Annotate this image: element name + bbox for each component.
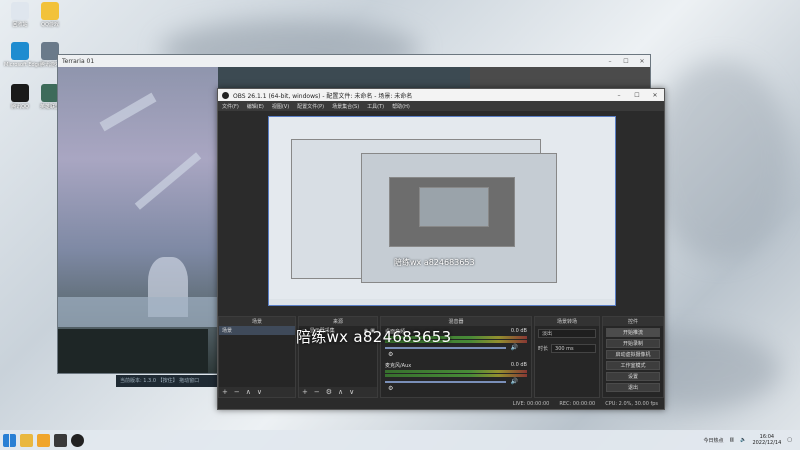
gear-icon[interactable]: ⚙ [388,351,393,358]
transition-type-select[interactable]: 淡出 [538,329,596,338]
scenes-toolbar: + − ∧ ∨ [219,387,295,397]
mixer-channel: 麦克风/Aux 0.0 dB 🔊 ⚙ [381,360,531,394]
scenes-header: 场景 [219,317,295,326]
maximize-icon[interactable]: ☐ [618,58,634,65]
news-widget[interactable]: 今日热点 [703,437,723,444]
rec-status: REC: 00:00:00 [559,401,596,407]
move-down-icon[interactable]: ∨ [349,388,354,396]
watermark-text: 陪练wx a824683653 [296,328,452,346]
obs-preview[interactable]: 陪练wx a824683653 [268,116,616,306]
control-button[interactable]: 工作室模式 [606,361,660,370]
obs-status-bar: LIVE: 00:00:00 REC: 00:00:00 CPU: 2.0%, … [218,399,664,409]
volume-slider[interactable] [385,347,506,349]
network-icon[interactable]: ▥ [729,437,734,443]
desktop-shortcut[interactable]: QQ游戏 [34,2,66,28]
move-up-icon[interactable]: ∧ [246,388,251,396]
system-tray: 今日热点 ▥ 🔈 16:04 2022/12/14 ▢ [703,434,800,446]
volume-meter [385,370,527,373]
control-button[interactable]: 启动虚拟摄像机 [606,350,660,359]
move-up-icon[interactable]: ∧ [338,388,343,396]
notification-icon[interactable]: ▢ [787,437,792,443]
volume-meter [385,374,527,377]
obs-titlebar[interactable]: OBS 26.1.1 (64-bit, windows) - 配置文件: 未命名… [218,89,664,101]
controls-header: 控件 [603,317,663,326]
close-icon[interactable]: ✕ [634,58,650,65]
obs-taskbar-icon[interactable] [71,433,84,447]
duration-label: 时长 [538,346,549,352]
obs-window[interactable]: OBS 26.1.1 (64-bit, windows) - 配置文件: 未命名… [217,88,665,410]
sources-header: 来源 [299,317,377,326]
add-icon[interactable]: + [302,388,308,396]
channel-db: 0.0 dB [510,328,527,334]
game-window-title: Terraria 01 [62,57,95,65]
preview-watermark: 陪练wx a824683653 [394,258,475,267]
windows-start-icon[interactable] [3,433,16,447]
move-down-icon[interactable]: ∨ [257,388,262,396]
remove-icon[interactable]: − [234,388,240,396]
control-button[interactable]: 设置 [606,372,660,381]
taskbar: 今日热点 ▥ 🔈 16:04 2022/12/14 ▢ [0,430,800,450]
menu-item[interactable]: 编辑(E) [247,103,264,110]
transitions-header: 场景转场 [535,317,599,326]
clock-date: 2022/12/14 [752,440,782,446]
minimize-icon[interactable]: – [610,92,628,99]
desktop-shortcut[interactable]: Microsoft Edge [4,42,41,68]
channel-name: 麦克风/Aux [385,363,412,369]
gear-icon[interactable]: ⚙ [388,385,393,392]
duration-input[interactable]: 300 ms [551,344,596,353]
menu-item[interactable]: 场景集合(S) [332,103,359,110]
mixer-header: 混音器 [381,317,531,326]
obs-window-title: OBS 26.1.1 (64-bit, windows) - 配置文件: 未命名… [233,92,413,100]
control-button[interactable]: 开始推流 [606,328,660,337]
desktop-shortcut[interactable]: 回收站 [4,2,36,28]
channel-db: 0.0 dB [510,362,527,368]
desktop-shortcut-label: 腾讯QQ [11,104,29,110]
nested-capture [419,187,489,227]
taskbar-app-icon[interactable] [37,433,50,447]
minimize-icon[interactable]: – [602,58,618,65]
speaker-icon[interactable]: 🔊 [511,344,518,351]
menu-item[interactable]: 帮助(H) [392,103,410,110]
qq-game-icon [41,2,59,20]
desktop-shortcut[interactable]: 腾讯QQ [4,84,36,110]
wallpaper-blot [650,60,790,260]
sources-toolbar: + − ⚙ ∧ ∨ [299,387,377,397]
obs-logo-icon [222,91,229,99]
speaker-icon[interactable]: 🔊 [511,378,518,385]
menu-item[interactable]: 配置文件(P) [297,103,324,110]
add-icon[interactable]: + [222,388,228,396]
menu-item[interactable]: 工具(T) [367,103,384,110]
live-status: LIVE: 00:00:00 [512,401,550,407]
recycle-bin-icon [11,2,29,20]
menu-item[interactable]: 视图(V) [272,103,289,110]
edge-icon [11,42,29,60]
clock[interactable]: 16:04 2022/12/14 [752,434,781,446]
transitions-panel: 场景转场 淡出 时长 300 ms [534,316,600,398]
desktop-shortcut-label: Microsoft Edge [4,62,41,68]
menu-item[interactable]: 文件(F) [222,103,239,110]
control-button[interactable]: 退出 [606,383,660,392]
taskbar-app-icon[interactable] [20,433,33,447]
gear-icon[interactable]: ⚙ [326,388,332,396]
desktop-shortcut-label: 回收站 [12,22,28,28]
qq-icon [11,84,29,102]
remove-icon[interactable]: − [314,388,320,396]
cpu-status: CPU: 2.0%, 30.00 fps [605,401,658,407]
volume-slider[interactable] [385,381,506,383]
close-icon[interactable]: ✕ [646,92,664,99]
scenes-panel: 场景 场景 + − ∧ ∨ [218,316,296,398]
game-window-titlebar[interactable]: Terraria 01 – ☐ ✕ [58,55,650,67]
obs-menu-bar: 文件(F) 编辑(E) 视图(V) 配置文件(P) 场景集合(S) 工具(T) 帮助(H) [218,101,664,111]
preview-taskbar [269,299,615,305]
taskbar-app-icon[interactable] [54,433,67,447]
controls-panel: 控件 开始推流开始录制启动虚拟摄像机 工作室模式设置退出 [602,316,664,398]
control-button[interactable]: 开始录制 [606,339,660,348]
desktop-shortcut-label: QQ游戏 [41,22,59,28]
volume-icon[interactable]: 🔈 [740,437,746,443]
maximize-icon[interactable]: ☐ [628,92,646,99]
scene-item[interactable]: 场景 [219,326,295,335]
game-scene-image [58,67,218,373]
